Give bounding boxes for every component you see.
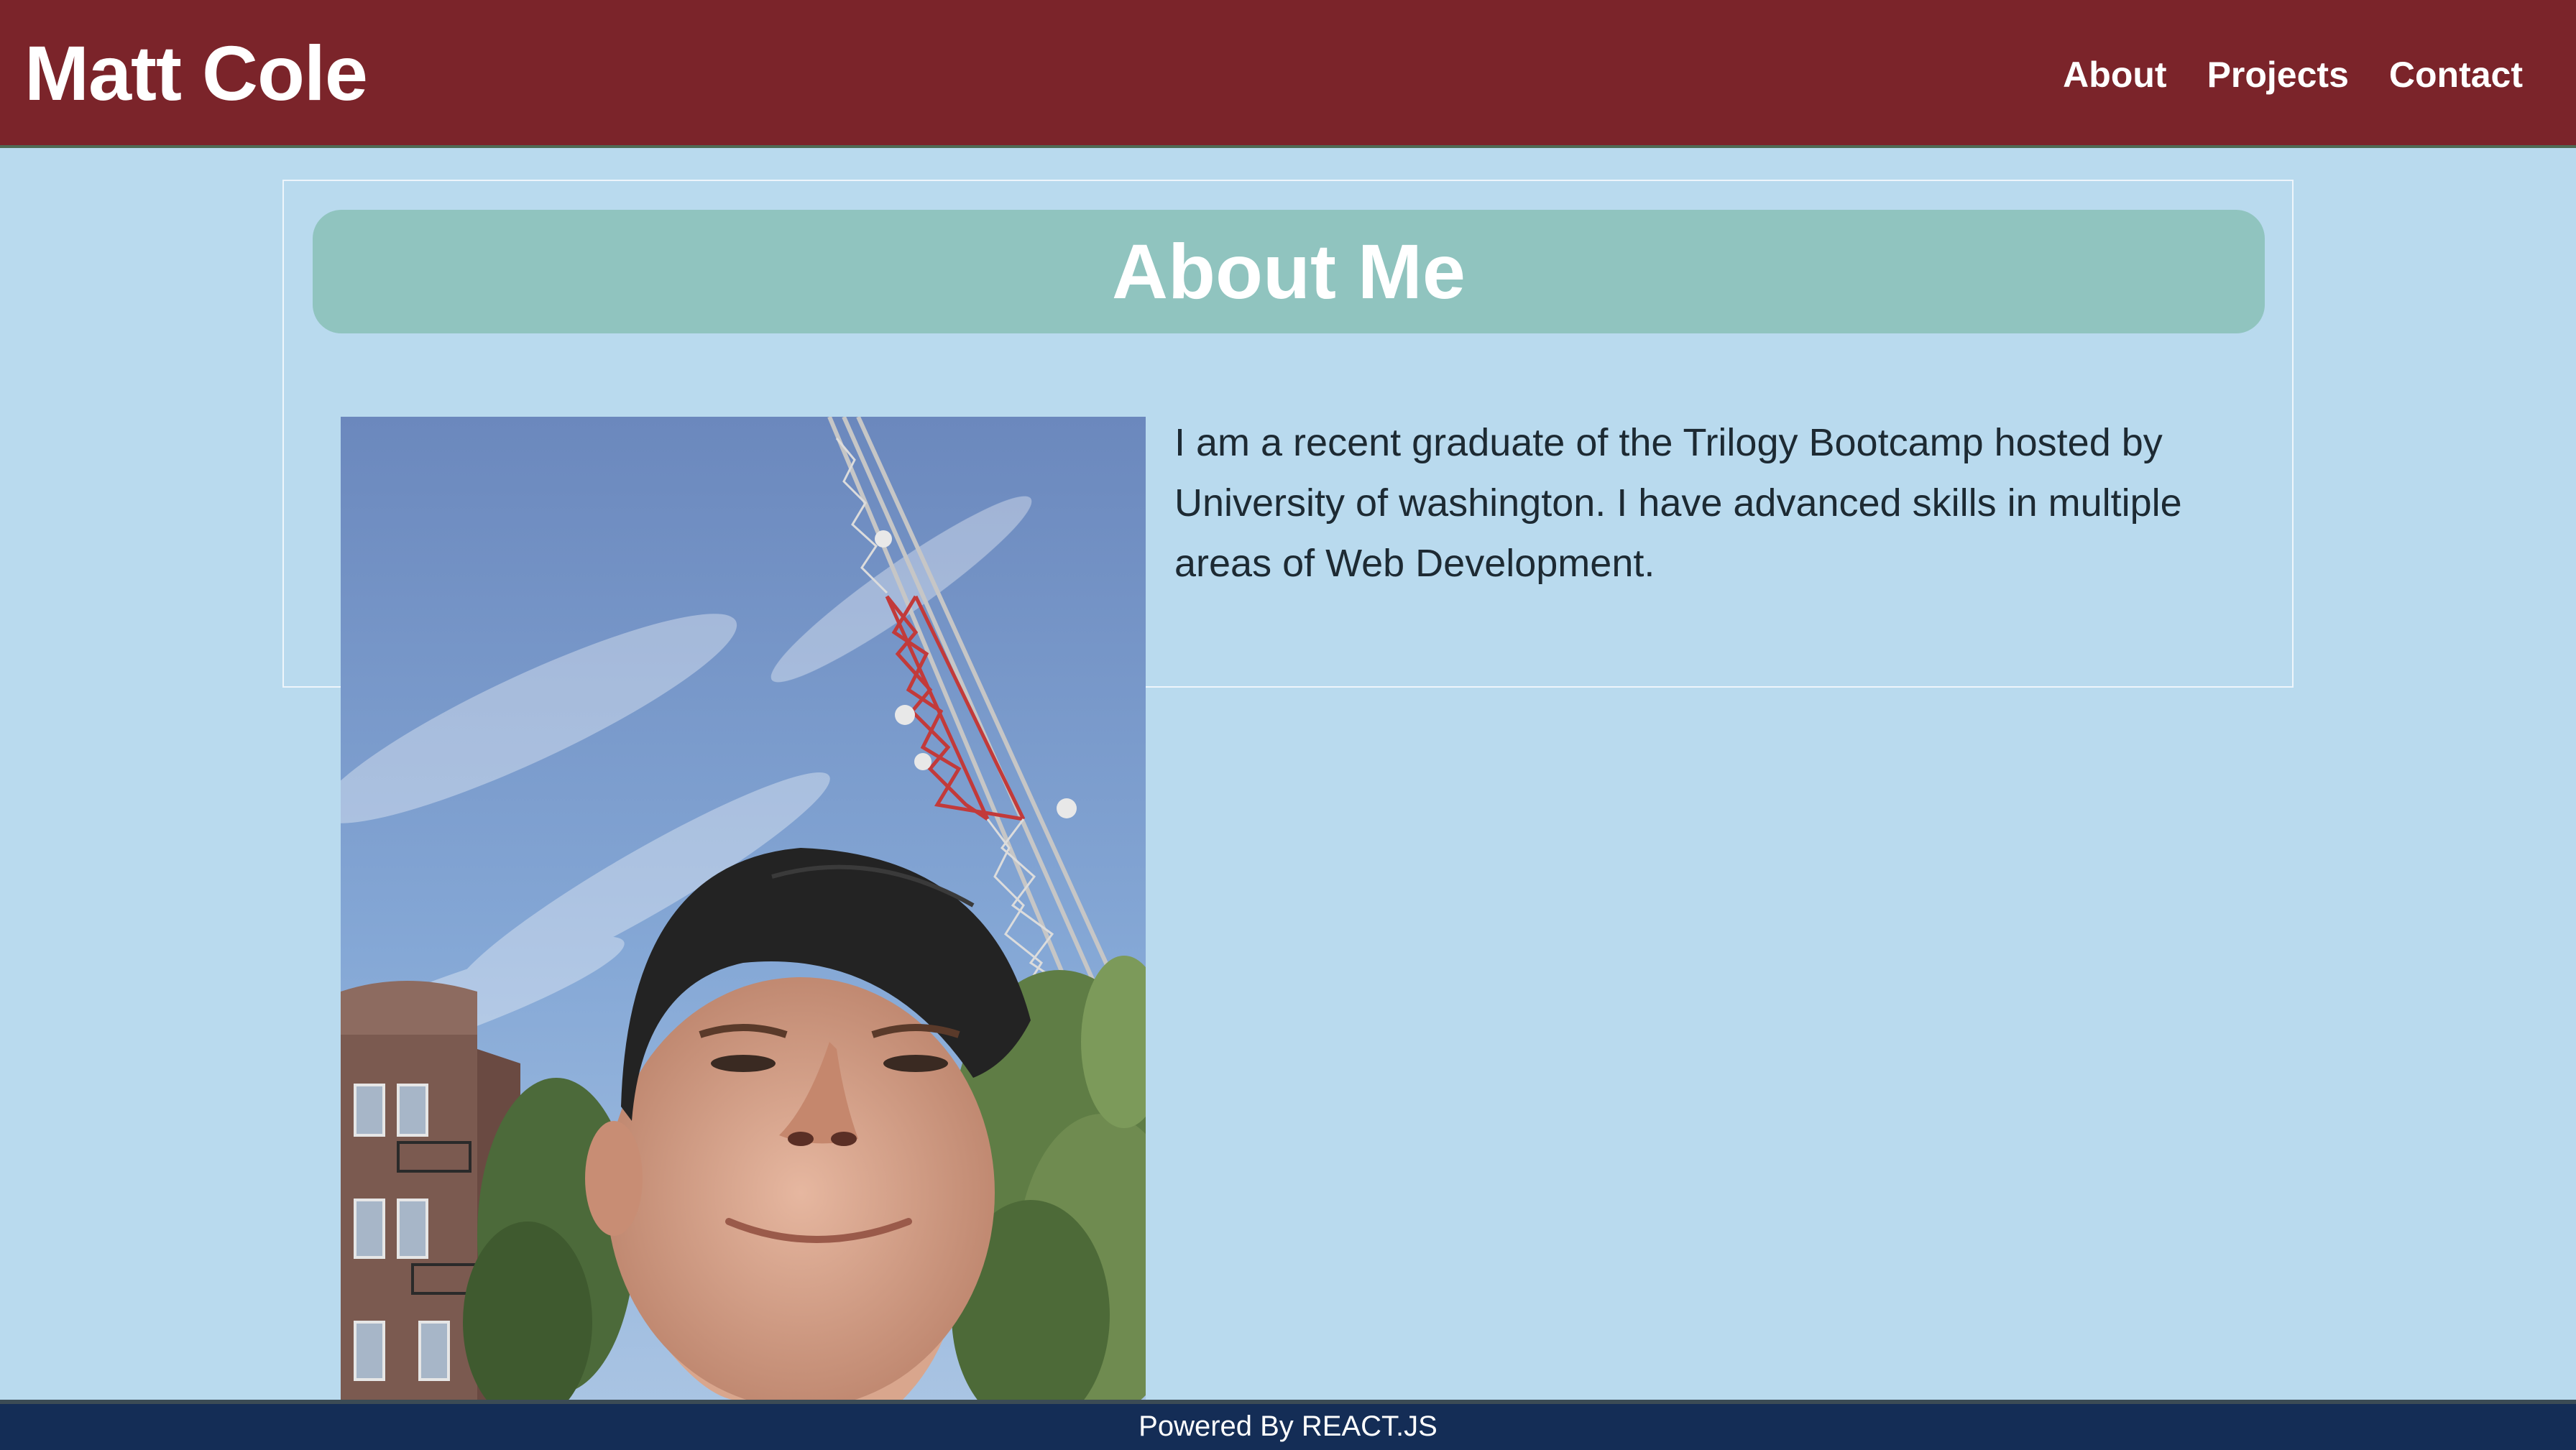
about-bio: I am a recent graduate of the Trilogy Bo…	[1174, 421, 2182, 585]
nav-link-projects[interactable]: Projects	[2207, 53, 2349, 96]
footer-text: Powered By REACT.JS	[1138, 1410, 1438, 1442]
nav-link-contact[interactable]: Contact	[2389, 53, 2523, 96]
section-title: About Me	[1112, 228, 1466, 315]
site-footer: Powered By REACT.JS	[0, 1400, 2576, 1450]
section-title-bar: About Me	[313, 210, 2265, 333]
main-nav: About Projects Contact	[2063, 53, 2523, 96]
profile-photo	[341, 417, 1146, 1401]
site-header: Matt Cole About Projects Contact	[0, 0, 2576, 148]
site-brand[interactable]: Matt Cole	[24, 30, 368, 116]
nav-link-about[interactable]: About	[2063, 53, 2166, 96]
